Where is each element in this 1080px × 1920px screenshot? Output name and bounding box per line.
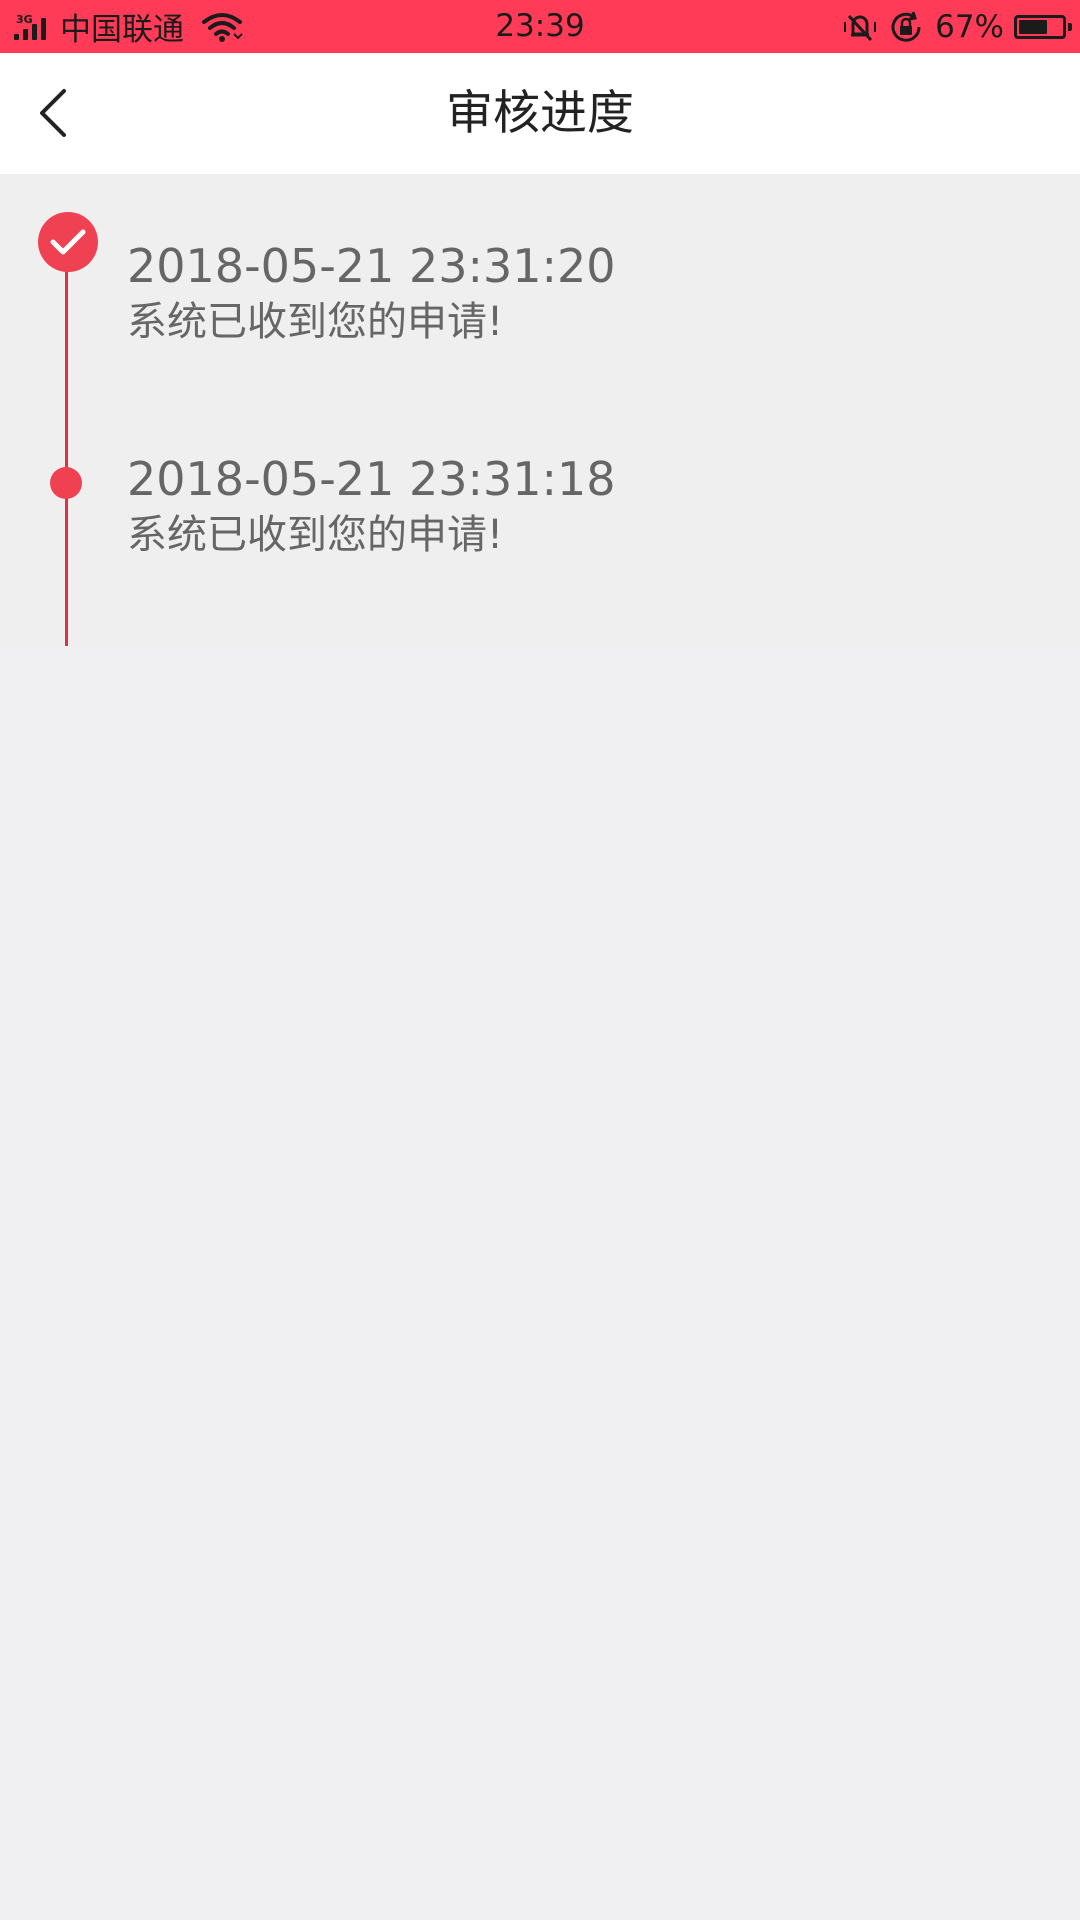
timeline-entry: 2018-05-21 23:31:18 系统已收到您的申请! [127, 451, 616, 563]
entry-time: 2018-05-21 23:31:20 [127, 239, 616, 293]
header: 审核进度 [0, 53, 1080, 174]
entry-message: 系统已收到您的申请! [127, 512, 504, 558]
timeline: 2018-05-21 23:31:20 系统已收到您的申请! 2018-05-2… [0, 174, 1080, 646]
page-title: 审核进度 [446, 86, 634, 141]
vibrate-icon [844, 14, 877, 41]
battery-icon [1014, 14, 1072, 39]
timeline-line [65, 258, 68, 646]
rotation-lock-icon [891, 11, 921, 42]
battery-percentage: 67% [935, 8, 1004, 45]
check-circle-icon [38, 212, 98, 272]
status-bar-right: 67% [833, 0, 1072, 53]
entry-message: 系统已收到您的申请! [127, 299, 504, 345]
entry-time: 2018-05-21 23:31:18 [127, 452, 616, 506]
status-bar: 3G 中国联通 23:39 67% [0, 0, 1080, 53]
timeline-entry: 2018-05-21 23:31:20 系统已收到您的申请! [127, 238, 616, 350]
timeline-dot [50, 467, 82, 499]
